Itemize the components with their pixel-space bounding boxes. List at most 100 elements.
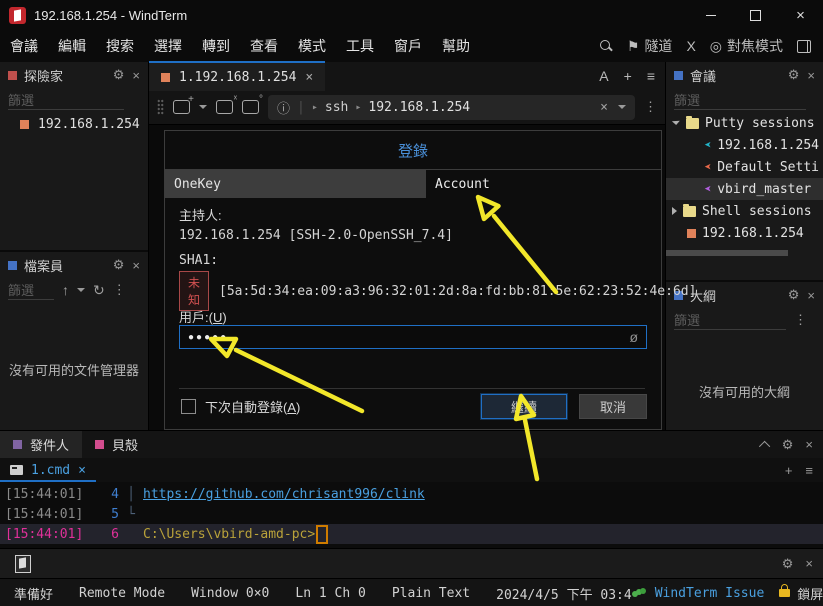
close-icon[interactable]: ×: [807, 68, 815, 83]
status-cursor-pos[interactable]: Ln 1 Ch 0: [295, 586, 365, 601]
sessions-filter-input[interactable]: 篩選: [674, 90, 806, 110]
horizontal-scrollbar[interactable]: [666, 250, 788, 256]
search-icon[interactable]: [600, 40, 613, 53]
close-icon[interactable]: ×: [132, 68, 140, 83]
collapse-icon[interactable]: [759, 440, 770, 451]
tab-menu-icon[interactable]: ≡: [647, 68, 655, 84]
new-tab-icon[interactable]: +: [624, 68, 632, 84]
menu-select[interactable]: 選擇: [144, 31, 192, 62]
eye-off-icon[interactable]: ø: [629, 329, 638, 345]
tab-onekey[interactable]: OneKey: [165, 170, 426, 198]
gear-icon[interactable]: ⚙: [782, 437, 794, 453]
address-host[interactable]: 192.168.1.254: [368, 100, 470, 115]
info-icon[interactable]: ⓘ: [277, 98, 290, 117]
more-icon[interactable]: ⋮: [794, 312, 807, 328]
continue-button[interactable]: 繼續: [481, 394, 567, 419]
chevron-down-icon[interactable]: [199, 105, 207, 109]
maximize-icon: [750, 10, 761, 21]
gear-icon[interactable]: ⚙: [788, 287, 800, 303]
tree-item-active-host[interactable]: 192.168.1.254: [666, 222, 823, 244]
console-menu-icon[interactable]: ≡: [805, 463, 813, 478]
windterm-issue-link[interactable]: WindTerm Issue: [655, 586, 765, 601]
titlebar: 192.168.1.254 - WindTerm ×: [0, 0, 823, 30]
layout-icon[interactable]: [797, 40, 811, 53]
outline-empty-text: 沒有可用的大綱: [666, 382, 823, 401]
auto-login-checkbox-row[interactable]: 下次自動登錄(A): [181, 397, 300, 416]
gear-icon[interactable]: ⚙: [782, 556, 794, 572]
close-icon[interactable]: ×: [805, 437, 813, 452]
status-window-size[interactable]: Window 0×0: [191, 586, 269, 601]
menu-window[interactable]: 窗戶: [384, 31, 432, 62]
menu-goto[interactable]: 轉到: [192, 31, 240, 62]
tab-sender[interactable]: 發件人: [0, 431, 82, 458]
menu-tools[interactable]: 工具: [336, 31, 384, 62]
explorer-host-item[interactable]: 192.168.1.254: [0, 112, 148, 137]
lock-screen-button[interactable]: 鎖屏: [797, 584, 823, 603]
close-button[interactable]: ×: [778, 0, 823, 30]
bottom-tabbar: 發件人 貝殼 ⚙ ×: [0, 431, 823, 458]
wrap-mark: │: [119, 487, 143, 502]
more-icon[interactable]: ⋮: [113, 282, 126, 298]
tab-session-1[interactable]: 1.192.168.1.254 ×: [149, 61, 325, 91]
session-plane-icon: ➤: [704, 161, 711, 173]
font-size-icon[interactable]: A: [599, 68, 608, 84]
new-session-button[interactable]: +: [173, 100, 190, 114]
password-input[interactable]: ●●●●● ø: [179, 325, 647, 349]
new-console-icon[interactable]: +: [785, 463, 793, 478]
maximize-button[interactable]: [733, 0, 778, 30]
more-icon[interactable]: ⋮: [644, 99, 657, 115]
menu-mode[interactable]: 模式: [288, 31, 336, 62]
menu-help[interactable]: 幫助: [432, 31, 480, 62]
close-icon[interactable]: ×: [132, 258, 140, 273]
menu-view[interactable]: 查看: [240, 31, 288, 62]
console-link[interactable]: https://github.com/chrisant996/clink: [143, 487, 425, 502]
subtab-cmd[interactable]: 1.cmd ×: [0, 458, 96, 482]
tab-account[interactable]: Account: [426, 170, 661, 198]
menu-session[interactable]: 會議: [0, 31, 48, 62]
minimize-button[interactable]: [688, 0, 733, 30]
chevron-down-icon[interactable]: [77, 288, 85, 292]
subtab-close-icon[interactable]: ×: [78, 463, 86, 478]
status-doc-format[interactable]: Plain Text: [392, 586, 470, 601]
gear-icon[interactable]: ⚙: [113, 257, 125, 273]
status-mode[interactable]: Remote Mode: [79, 586, 165, 601]
expander-open-icon[interactable]: [672, 121, 680, 126]
refresh-icon[interactable]: ↻: [93, 283, 105, 297]
cancel-button[interactable]: 取消: [579, 394, 647, 419]
checkbox-icon[interactable]: [181, 399, 196, 414]
up-icon[interactable]: ↑: [62, 283, 69, 297]
chevron-down-icon[interactable]: [618, 105, 626, 109]
x-session-button[interactable]: X: [686, 38, 695, 54]
tree-folder-putty[interactable]: Putty sessions: [666, 112, 823, 134]
focus-mode-button[interactable]: ◎對焦模式: [710, 36, 783, 56]
session-plane-icon: ➤: [704, 139, 711, 151]
tunnel-button[interactable]: ⚑隧道: [627, 36, 673, 56]
close-session-button[interactable]: ˣ: [216, 100, 233, 114]
expander-closed-icon[interactable]: [672, 207, 677, 215]
close-icon[interactable]: ×: [807, 288, 815, 303]
tree-item-default-settings[interactable]: ➤ Default Setti: [666, 156, 823, 178]
outline-filter-input[interactable]: 篩選: [674, 310, 786, 330]
filer-filter-input[interactable]: 篩選: [8, 280, 54, 300]
clear-icon[interactable]: ×: [600, 100, 608, 115]
tab-shell[interactable]: 貝殼: [82, 431, 151, 458]
tree-folder-shell[interactable]: Shell sessions: [666, 200, 823, 222]
tree-item-vbird-master[interactable]: ➤ vbird_master: [666, 178, 823, 200]
gear-icon[interactable]: ⚙: [113, 67, 125, 83]
terminal-cursor[interactable]: [316, 525, 328, 544]
tab-close-icon[interactable]: ×: [305, 70, 313, 85]
session-square-icon: [20, 120, 29, 129]
menu-search[interactable]: 搜索: [96, 31, 144, 62]
drag-handle[interactable]: [157, 99, 164, 115]
clone-session-button[interactable]: °: [242, 100, 259, 114]
status-datetime: 2024/4/5 下午 03:4: [496, 584, 632, 603]
address-protocol[interactable]: ssh: [325, 100, 348, 115]
explorer-filter-input[interactable]: 篩選: [8, 90, 124, 110]
close-icon[interactable]: ×: [805, 556, 813, 572]
address-bar[interactable]: ⓘ | ▸ ssh ▸ 192.168.1.254 ×: [268, 95, 635, 120]
unknown-button[interactable]: 未知: [179, 271, 209, 311]
gear-icon[interactable]: ⚙: [788, 67, 800, 83]
tree-item-putty-host[interactable]: ➤ 192.168.1.254: [666, 134, 823, 156]
status-ready: 準備好: [14, 584, 53, 603]
menu-edit[interactable]: 編輯: [48, 31, 96, 62]
